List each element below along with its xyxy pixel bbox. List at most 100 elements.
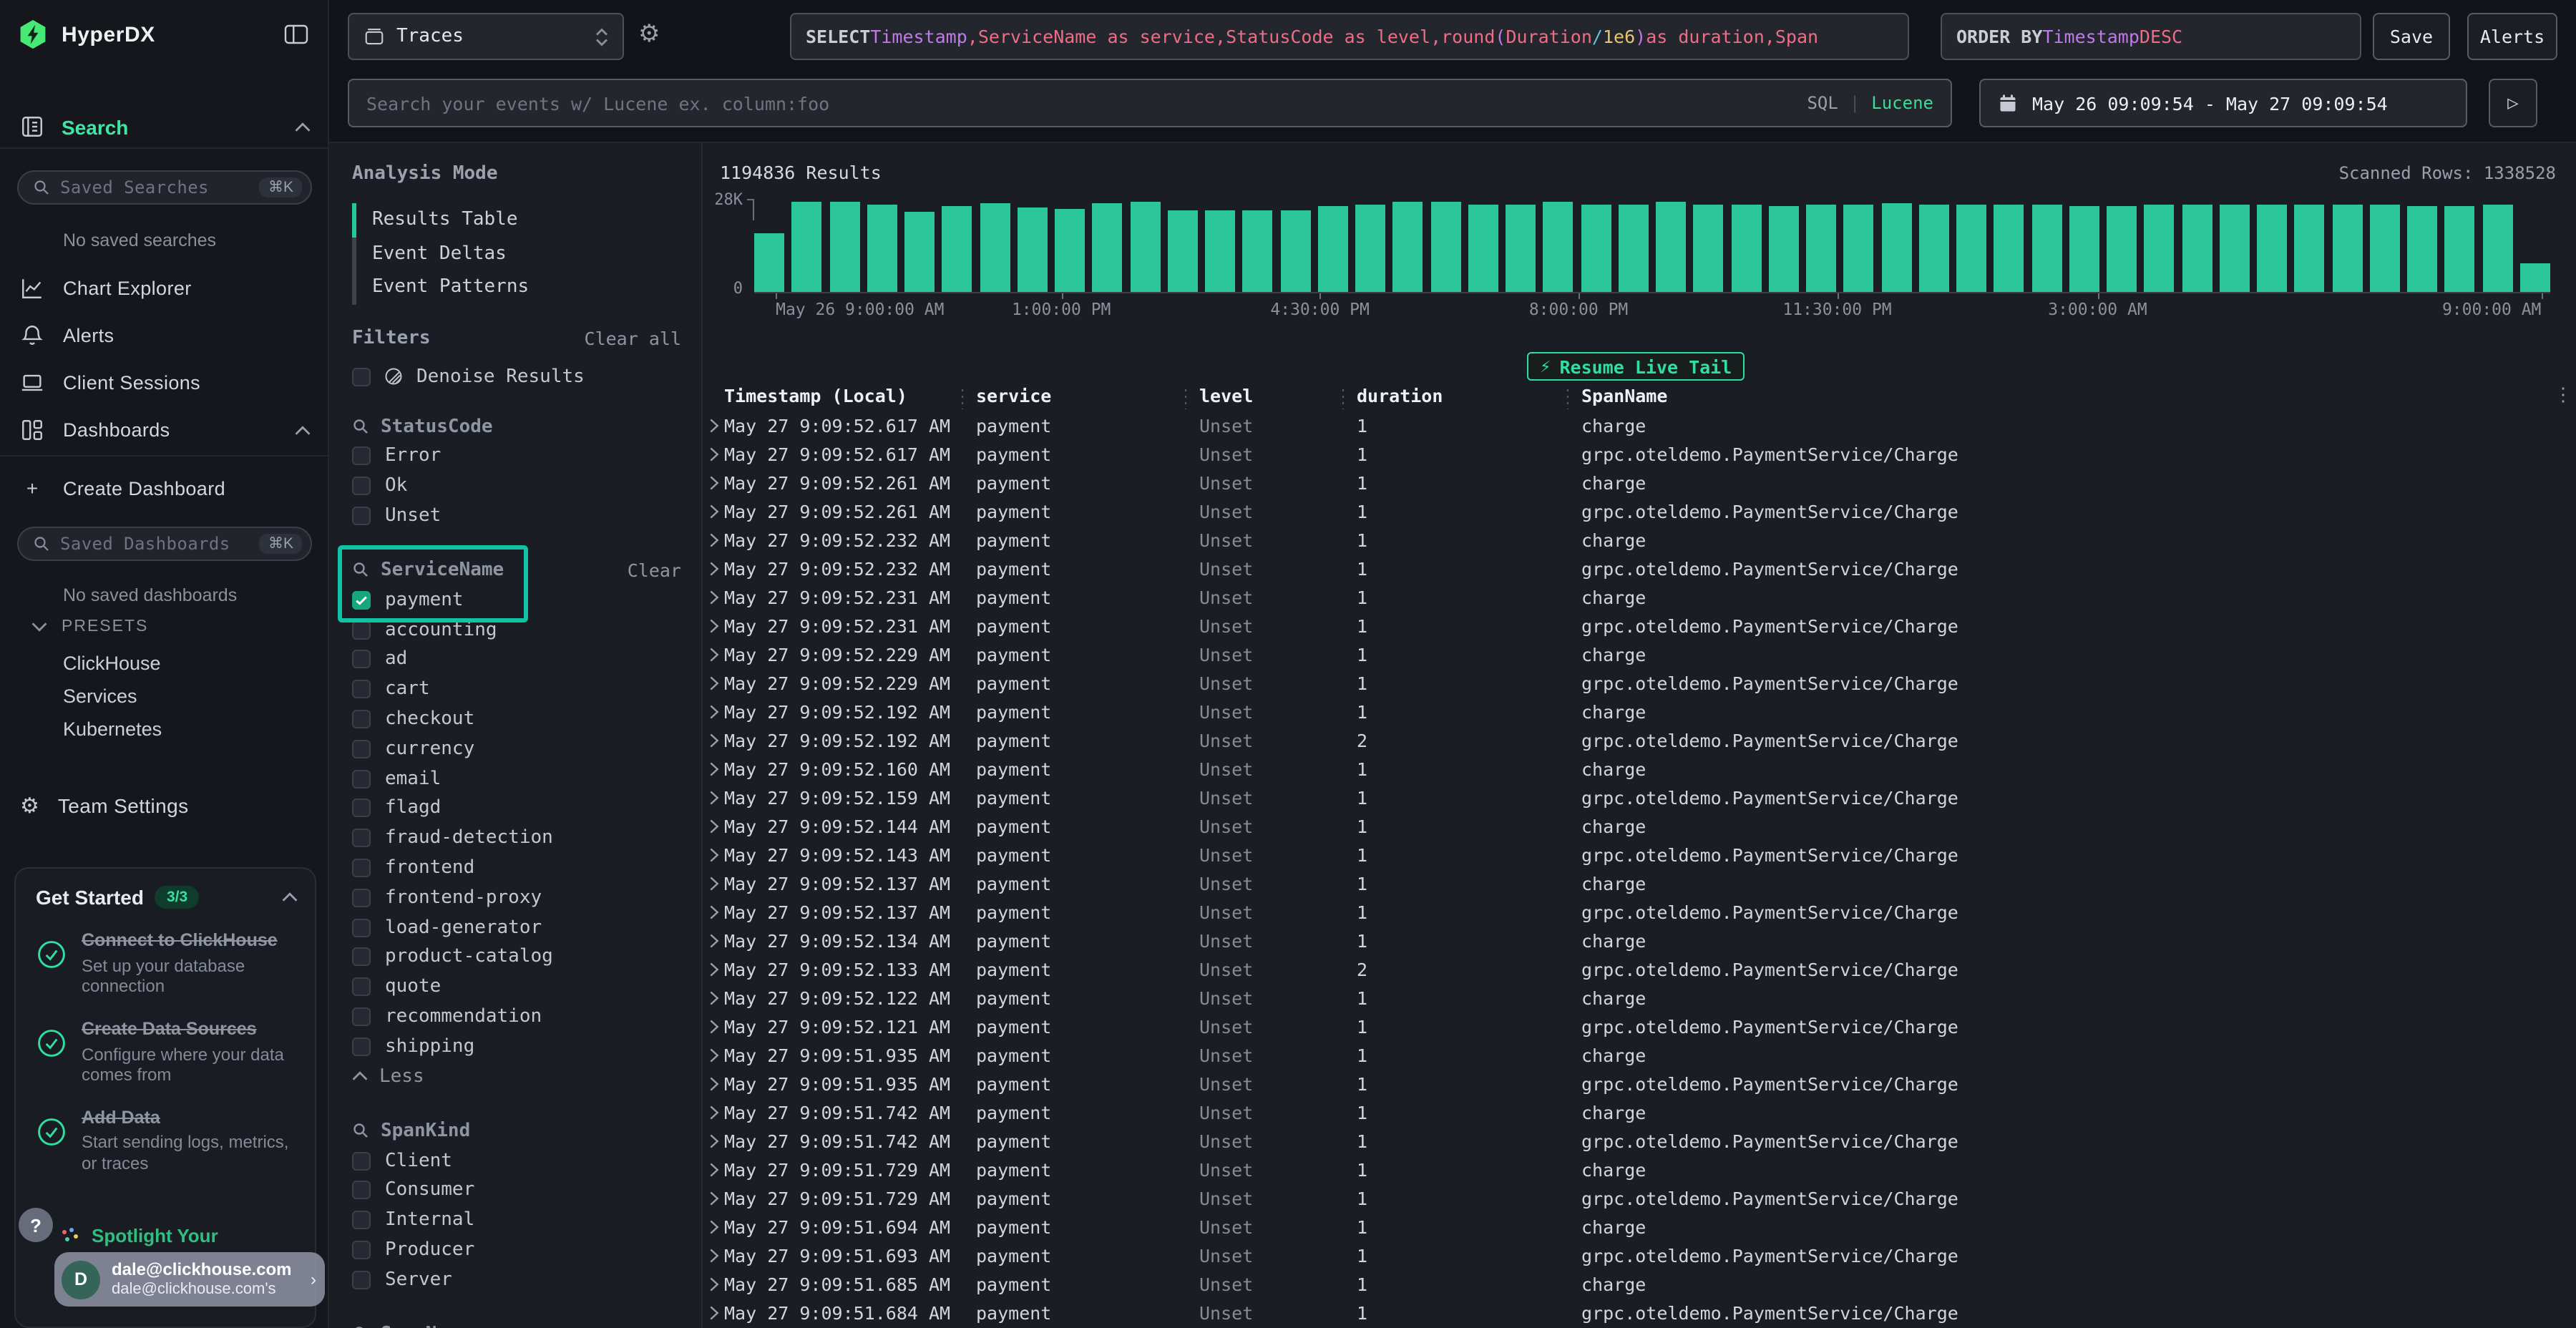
filter-checkbox[interactable] [352, 889, 371, 907]
histogram-bar[interactable] [2220, 204, 2250, 292]
sidebar-section-search[interactable]: Search [20, 114, 311, 139]
filter-option-checkout[interactable]: checkout [352, 704, 681, 734]
filter-checkbox[interactable] [352, 740, 371, 758]
column-header-timestamp[interactable]: Timestamp (Local) [724, 385, 962, 406]
filter-option-recommendation[interactable]: recommendation [352, 1002, 681, 1032]
preset-item-services[interactable]: Services [0, 680, 328, 713]
filter-checkbox[interactable] [352, 1007, 371, 1026]
histogram-bar[interactable] [1769, 205, 1799, 292]
clear-filter-button[interactable]: Clear [628, 560, 681, 581]
row-expand-chevron-icon[interactable] [704, 617, 724, 633]
table-row[interactable]: May 27 9:09:51.729 AMpaymentUnset1grpc.o… [704, 1183, 2576, 1212]
table-row[interactable]: May 27 9:09:52.121 AMpaymentUnset1grpc.o… [704, 1012, 2576, 1040]
table-row[interactable]: May 27 9:09:52.137 AMpaymentUnset1grpc.o… [704, 897, 2576, 926]
table-row[interactable]: May 27 9:09:52.143 AMpaymentUnset1grpc.o… [704, 840, 2576, 869]
mode-event-patterns[interactable]: Event Patterns [352, 270, 681, 304]
row-expand-chevron-icon[interactable] [704, 1104, 724, 1120]
denoise-results-option[interactable]: Denoise Results [352, 366, 681, 387]
filter-option-accounting[interactable]: accounting [352, 615, 681, 645]
row-expand-chevron-icon[interactable] [704, 503, 724, 519]
histogram-bar[interactable] [1355, 205, 1385, 292]
date-range-picker[interactable]: May 26 09:09:54 - May 27 09:09:54 [1979, 79, 2467, 127]
histogram-bar[interactable] [904, 212, 935, 292]
filter-checkbox[interactable] [352, 650, 371, 669]
histogram-bar[interactable] [942, 205, 972, 292]
row-expand-chevron-icon[interactable] [704, 646, 724, 662]
histogram-bar[interactable] [1243, 210, 1273, 292]
column-header-level[interactable]: level [1185, 385, 1342, 406]
column-header-duration[interactable]: duration [1342, 385, 1567, 406]
histogram-bar[interactable] [2407, 205, 2437, 292]
get-started-item[interactable]: Add DataStart sending logs, metrics, or … [36, 1108, 298, 1175]
table-row[interactable]: May 27 9:09:52.617 AMpaymentUnset1grpc.o… [704, 439, 2576, 468]
histogram-bar[interactable] [1919, 205, 1949, 292]
table-row[interactable]: May 27 9:09:51.685 AMpaymentUnset1charge [704, 1269, 2576, 1298]
table-row[interactable]: May 27 9:09:52.231 AMpaymentUnset1charge [704, 582, 2576, 611]
histogram-bar[interactable] [2482, 204, 2512, 292]
filter-option-product-catalog[interactable]: product-catalog [352, 942, 681, 972]
histogram-bar[interactable] [1956, 205, 1986, 292]
saved-searches-input[interactable]: Saved Searches ⌘K [17, 170, 312, 205]
get-started-item[interactable]: Create Data SourcesConfigure where your … [36, 1019, 298, 1086]
order-by-input[interactable]: ORDER BY Timestamp DESC [1941, 13, 2361, 60]
table-row[interactable]: May 27 9:09:52.159 AMpaymentUnset1grpc.o… [704, 783, 2576, 811]
table-row[interactable]: May 27 9:09:52.261 AMpaymentUnset1charge [704, 468, 2576, 497]
row-expand-chevron-icon[interactable] [704, 1190, 724, 1206]
source-settings-gear-icon[interactable]: ⚙ [638, 20, 660, 49]
get-started-item[interactable]: Connect to ClickHouseSet up your databas… [36, 930, 298, 997]
sidebar-item-chart-explorer[interactable]: Chart Explorer [20, 276, 311, 301]
histogram-bar[interactable] [1844, 204, 1874, 292]
histogram-bar[interactable] [1468, 204, 1498, 292]
row-expand-chevron-icon[interactable] [704, 990, 724, 1005]
histogram-bar[interactable] [754, 233, 784, 292]
row-expand-chevron-icon[interactable] [704, 446, 724, 462]
table-row[interactable]: May 27 9:09:51.742 AMpaymentUnset1charge [704, 1098, 2576, 1126]
filter-option-server[interactable]: Server [352, 1265, 681, 1295]
histogram-bar[interactable] [1318, 205, 1348, 292]
table-row[interactable]: May 27 9:09:52.229 AMpaymentUnset1grpc.o… [704, 668, 2576, 697]
histogram-bar[interactable] [2145, 205, 2175, 292]
sidebar-collapse-icon[interactable] [283, 23, 309, 46]
filter-checkbox[interactable] [352, 1211, 371, 1229]
table-row[interactable]: May 27 9:09:52.261 AMpaymentUnset1grpc.o… [704, 497, 2576, 525]
table-row[interactable]: May 27 9:09:52.232 AMpaymentUnset1charge [704, 525, 2576, 554]
histogram-bar[interactable] [1619, 204, 1649, 292]
collapse-group-button[interactable]: Less [352, 1061, 681, 1091]
row-expand-chevron-icon[interactable] [704, 932, 724, 948]
filter-option-fraud-detection[interactable]: fraud-detection [352, 824, 681, 854]
filter-option-quote[interactable]: quote [352, 972, 681, 1002]
table-row[interactable]: May 27 9:09:52.134 AMpaymentUnset1charge [704, 926, 2576, 954]
histogram-bar[interactable] [1168, 210, 1198, 292]
filter-checkbox[interactable] [352, 620, 371, 639]
filter-checkbox[interactable] [352, 1151, 371, 1170]
sidebar-item-alerts[interactable]: Alerts [20, 323, 311, 348]
row-expand-chevron-icon[interactable] [704, 1133, 724, 1148]
column-header-spanname[interactable]: SpanName [1567, 385, 2550, 406]
language-toggle-lucene[interactable]: Lucene [1871, 93, 1933, 113]
histogram-bar[interactable] [1731, 205, 1761, 292]
table-row[interactable]: May 27 9:09:51.935 AMpaymentUnset1charge [704, 1040, 2576, 1069]
filter-option-consumer[interactable]: Consumer [352, 1176, 681, 1206]
filter-checkbox[interactable] [352, 1181, 371, 1200]
filter-checkbox[interactable] [352, 447, 371, 466]
row-expand-chevron-icon[interactable] [704, 875, 724, 891]
table-row[interactable]: May 27 9:09:52.122 AMpaymentUnset1charge [704, 983, 2576, 1012]
row-expand-chevron-icon[interactable] [704, 1219, 724, 1234]
language-toggle-sql[interactable]: SQL [1807, 93, 1838, 113]
filter-option-client[interactable]: Client [352, 1146, 681, 1176]
filter-option-unset[interactable]: Unset [352, 501, 681, 531]
histogram-bar[interactable] [1994, 205, 2024, 292]
filter-checkbox[interactable] [352, 1270, 371, 1289]
get-started-partial-item[interactable]: Spotlight Your [60, 1225, 218, 1246]
histogram-bar[interactable] [1430, 202, 1460, 292]
row-expand-chevron-icon[interactable] [704, 1018, 724, 1034]
row-expand-chevron-icon[interactable] [704, 589, 724, 605]
source-select[interactable]: Traces [348, 13, 624, 60]
histogram-bar[interactable] [1881, 203, 1911, 292]
chevron-up-icon[interactable] [282, 892, 298, 903]
sidebar-item-team-settings[interactable]: ⚙ Team Settings [20, 793, 311, 819]
histogram-bar[interactable] [1806, 204, 1836, 292]
table-row[interactable]: May 27 9:09:52.160 AMpaymentUnset1charge [704, 754, 2576, 783]
table-row[interactable]: May 27 9:09:52.133 AMpaymentUnset2grpc.o… [704, 954, 2576, 983]
histogram-bar[interactable] [1280, 210, 1310, 292]
